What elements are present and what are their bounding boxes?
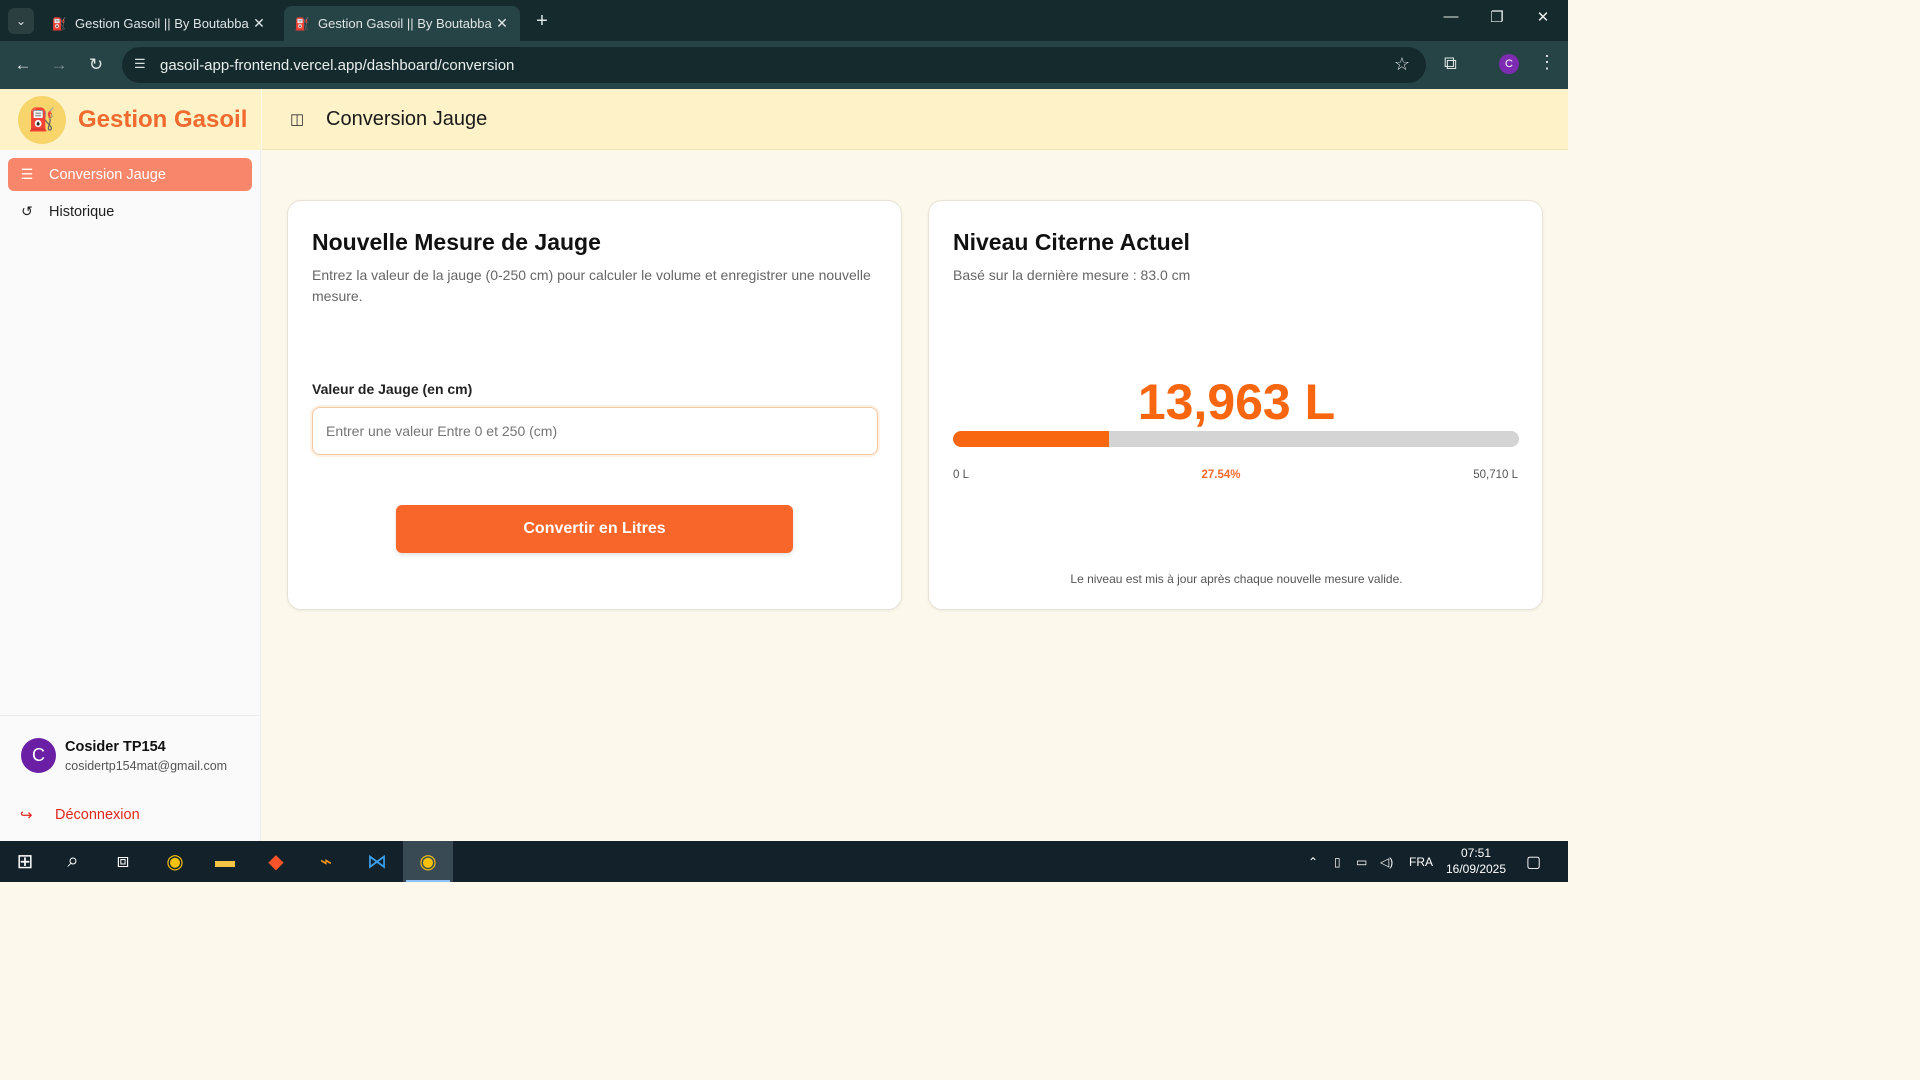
- tab-title: Gestion Gasoil || By Boutabba L: [75, 16, 251, 31]
- browser-menu-icon[interactable]: ⋮: [1538, 52, 1556, 73]
- browser-toolbar: ← → ↻ ☰ gasoil-app-frontend.vercel.app/d…: [0, 41, 1568, 89]
- close-window-icon[interactable]: ✕: [1520, 8, 1566, 26]
- tank-level-card: Niveau Citerne Actuel Basé sur la derniè…: [928, 200, 1543, 610]
- reload-icon[interactable]: ↻: [84, 53, 108, 77]
- close-icon[interactable]: ✕: [251, 15, 267, 32]
- search-icon[interactable]: ⌕: [48, 841, 98, 882]
- windows-start-icon[interactable]: ⊞: [0, 841, 50, 882]
- sidebar-item-label: Conversion Jauge: [49, 166, 166, 183]
- chrome-icon[interactable]: ◉: [150, 841, 200, 882]
- close-icon[interactable]: ✕: [494, 15, 510, 32]
- clock-date: 16/09/2025: [1445, 862, 1507, 876]
- address-bar[interactable]: ☰ gasoil-app-frontend.vercel.app/dashboa…: [122, 47, 1426, 83]
- notifications-icon[interactable]: ▢: [1526, 841, 1541, 882]
- brand: ⛽ Gestion Gasoil: [0, 89, 261, 150]
- task-view-icon[interactable]: ⧈: [98, 841, 148, 882]
- gauge-field-label: Valeur de Jauge (en cm): [312, 381, 473, 397]
- sidebar-item-historique[interactable]: ↺ Historique: [8, 195, 252, 228]
- clock-time: 07:51: [1460, 846, 1492, 860]
- card-title: Niveau Citerne Actuel: [953, 229, 1190, 255]
- language-indicator[interactable]: FRA: [1409, 841, 1433, 882]
- app-favicon-icon: ⛽: [51, 16, 67, 31]
- minimize-icon[interactable]: —: [1428, 8, 1474, 25]
- user-name: Cosider TP154: [65, 739, 166, 755]
- current-volume: 13,963 L: [1137, 374, 1336, 430]
- logout-label: Déconnexion: [55, 807, 140, 823]
- tray-chevron-icon[interactable]: ⌃: [1308, 841, 1318, 882]
- browser-profile-avatar[interactable]: C: [1499, 54, 1519, 74]
- forward-icon[interactable]: →: [47, 53, 71, 77]
- app-favicon-icon: ⛽: [294, 16, 310, 31]
- app-launcher-icon[interactable]: ⌁: [301, 841, 351, 882]
- user-email: cosidertp154mat@gmail.com: [65, 759, 228, 773]
- page-title: Conversion Jauge: [326, 107, 488, 130]
- network-icon[interactable]: ▭: [1356, 841, 1367, 882]
- sidebar-item-conversion-jauge[interactable]: ☰ Conversion Jauge: [8, 158, 252, 191]
- level-note: Le niveau est mis à jour après chaque no…: [1070, 572, 1403, 586]
- card-subtitle: Basé sur la dernière mesure : 83.0 cm: [953, 267, 1191, 283]
- file-explorer-icon[interactable]: ▬: [200, 841, 250, 882]
- back-icon[interactable]: ←: [11, 53, 35, 77]
- tab-title: Gestion Gasoil || By Boutabba L: [318, 16, 494, 31]
- logout-icon: ↪: [20, 807, 33, 824]
- card-description: Entrez la valeur de la jauge (0-250 cm) …: [312, 267, 871, 304]
- battery-icon: ▯: [1334, 854, 1341, 869]
- logout-button[interactable]: ↪ Déconnexion: [20, 806, 140, 824]
- chrome-active-icon[interactable]: ◉: [403, 841, 453, 882]
- sliders-icon: ☰: [20, 166, 34, 182]
- gauge-form-card: Nouvelle Mesure de Jauge Entrez la valeu…: [287, 200, 902, 610]
- sidebar-nav: ☰ Conversion Jauge ↺ Historique: [8, 158, 252, 232]
- new-tab-icon[interactable]: +: [532, 10, 552, 33]
- scale-percent-label: 27.54%: [1201, 469, 1241, 481]
- scale-max-label: 50,710 L: [1473, 469, 1518, 481]
- site-info-icon[interactable]: ☰: [134, 56, 152, 74]
- brave-browser-icon[interactable]: ◆: [251, 841, 301, 882]
- brand-name: Gestion Gasoil: [78, 105, 248, 133]
- fuel-tank-logo-icon: ⛽: [18, 95, 66, 144]
- clock[interactable]: 07:51 16/09/2025: [1440, 845, 1512, 877]
- history-icon: ↺: [21, 203, 33, 219]
- sidebar: ⛽ Gestion Gasoil ☰ Conversion Jauge ↺ Hi…: [0, 89, 261, 841]
- browser-tab[interactable]: ⛽ Gestion Gasoil || By Boutabba L ✕: [41, 6, 277, 41]
- url-text: gasoil-app-frontend.vercel.app/dashboard…: [160, 56, 515, 74]
- user-block: C Cosider TP154 cosidertp154mat@gmail.co…: [0, 715, 261, 841]
- bookmark-star-icon[interactable]: ☆: [1394, 54, 1410, 75]
- volume-icon[interactable]: ◁): [1380, 841, 1393, 882]
- browser-tab-active[interactable]: ⛽ Gestion Gasoil || By Boutabba L ✕: [284, 6, 520, 41]
- tank-level-progress-fill: [953, 431, 1109, 447]
- convert-button[interactable]: Convertir en Litres: [396, 505, 793, 553]
- tank-level-progress: [953, 431, 1519, 447]
- avatar[interactable]: C: [21, 738, 56, 773]
- app-root: ⛽ Gestion Gasoil ☰ Conversion Jauge ↺ Hi…: [0, 89, 1568, 841]
- vscode-icon[interactable]: ⋈: [352, 841, 402, 882]
- restore-icon[interactable]: ❐: [1474, 8, 1520, 26]
- page-header: ◫ Conversion Jauge: [262, 89, 1568, 150]
- browser-tab-bar: ⌄ ⛽ Gestion Gasoil || By Boutabba L ✕ ⛽ …: [0, 0, 1568, 41]
- sidebar-item-label: Historique: [49, 203, 115, 220]
- card-title: Nouvelle Mesure de Jauge: [312, 229, 601, 255]
- gauge-value-input[interactable]: [312, 407, 878, 455]
- extensions-icon[interactable]: ⧉: [1444, 53, 1457, 74]
- sidebar-toggle-icon[interactable]: ◫: [290, 110, 308, 128]
- os-taskbar: ⊞ ⌕ ⧈ ◉ ▬ ◆ ⌁ ⋈ ◉ ⌃ ▯ ▭ ◁) FRA 07:51 16/…: [0, 841, 1568, 882]
- tab-search-button[interactable]: ⌄: [8, 8, 34, 34]
